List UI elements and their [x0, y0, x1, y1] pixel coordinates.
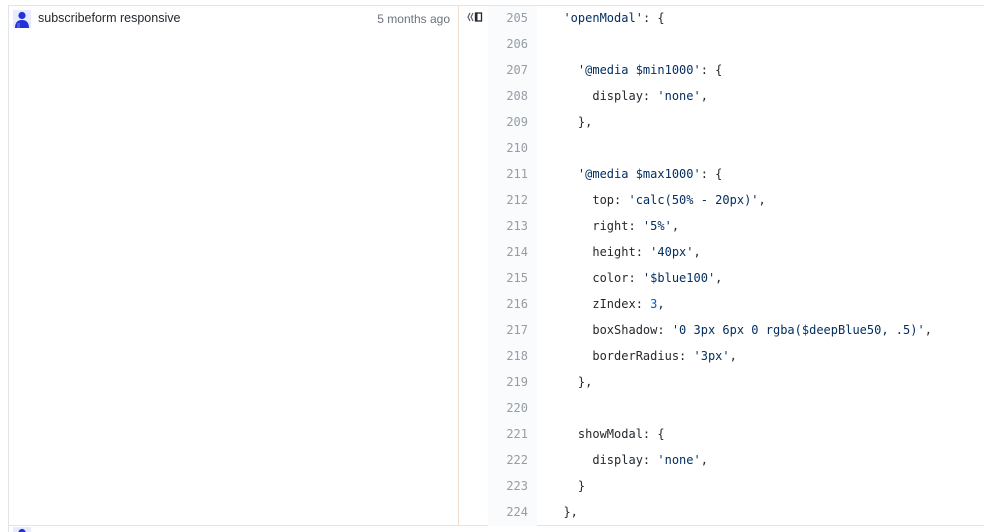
line-number[interactable]: 221: [488, 422, 528, 448]
line-numbers: 205 206 207 208 209 210 211 212 213 214 …: [488, 6, 528, 526]
line-number[interactable]: 213: [488, 214, 528, 240]
line-number[interactable]: 219: [488, 370, 528, 396]
next-commit-avatar-icon[interactable]: [13, 527, 31, 532]
reblame-icon[interactable]: [465, 10, 485, 24]
line-number[interactable]: 205: [488, 6, 528, 32]
code-line: display: 'none',: [549, 453, 708, 467]
line-number[interactable]: 224: [488, 500, 528, 526]
code-line: 'openModal': {: [563, 11, 665, 25]
code-line: showModal: {: [549, 427, 665, 441]
code-line: height: '40px',: [549, 245, 701, 259]
blame-view: subscribeform responsive 5 months ago 20…: [0, 0, 984, 532]
code-line: right: '5%',: [549, 219, 680, 233]
code-line: borderRadius: '3px',: [549, 349, 737, 363]
code-lines: 'openModal': { '@media $min1000': { disp…: [549, 6, 984, 526]
code-line: },: [549, 375, 593, 389]
line-number[interactable]: 208: [488, 84, 528, 110]
line-number[interactable]: 206: [488, 32, 528, 58]
line-number[interactable]: 217: [488, 318, 528, 344]
line-number[interactable]: 215: [488, 266, 528, 292]
code-line: zIndex: 3,: [549, 297, 665, 311]
line-number[interactable]: 212: [488, 188, 528, 214]
line-number[interactable]: 222: [488, 448, 528, 474]
code-line: '@media $max1000': {: [577, 167, 723, 181]
commit-age: 5 months ago: [377, 12, 450, 26]
line-number[interactable]: 223: [488, 474, 528, 500]
user-avatar-icon[interactable]: [13, 10, 31, 28]
code-line: '@media $min1000': {: [577, 63, 723, 77]
line-number[interactable]: 211: [488, 162, 528, 188]
code-line: },: [549, 505, 578, 519]
code-line: boxShadow: '0 3px 6px 0 rgba($deepBlue50…: [549, 323, 932, 337]
blame-commit-info: subscribeform responsive 5 months ago: [9, 6, 458, 525]
code-line: }: [549, 479, 586, 493]
line-number[interactable]: 214: [488, 240, 528, 266]
line-number[interactable]: 216: [488, 292, 528, 318]
blame-divider: [458, 6, 459, 526]
line-number[interactable]: 207: [488, 58, 528, 84]
code-line: color: '$blue100',: [549, 271, 723, 285]
code-line: },: [549, 115, 593, 129]
line-number[interactable]: 210: [488, 136, 528, 162]
code-line: display: 'none',: [549, 89, 708, 103]
commit-message-link[interactable]: subscribeform responsive: [38, 10, 180, 26]
line-number[interactable]: 220: [488, 396, 528, 422]
line-number[interactable]: 209: [488, 110, 528, 136]
line-number[interactable]: 218: [488, 344, 528, 370]
code-line: top: 'calc(50% - 20px)',: [549, 193, 766, 207]
